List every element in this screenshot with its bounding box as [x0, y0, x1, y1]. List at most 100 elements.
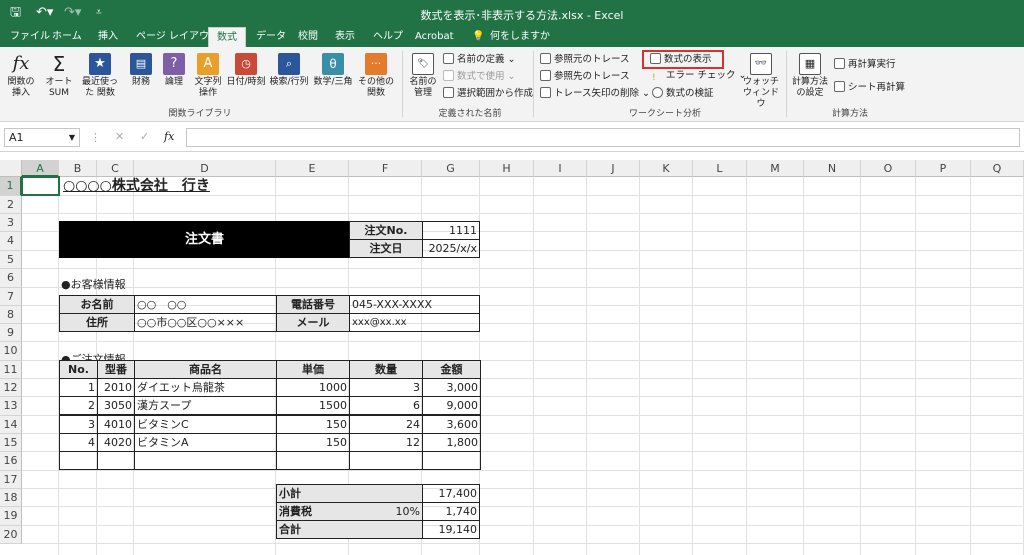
trace-dependents-button[interactable]: 参照先のトレース	[540, 70, 630, 83]
row-header[interactable]: 13	[0, 397, 22, 416]
define-name-button[interactable]: 名前の定義 ⌄	[443, 53, 516, 66]
table-cell: 1000	[276, 378, 350, 397]
column-header[interactable]: N	[804, 160, 861, 177]
column-header[interactable]: G	[422, 160, 480, 177]
column-header[interactable]: K	[640, 160, 693, 177]
row-header[interactable]: 16	[0, 452, 22, 471]
column-header[interactable]: L	[693, 160, 747, 177]
row-header[interactable]: 9	[0, 324, 22, 342]
chevron-down-icon[interactable]: ▼	[69, 129, 75, 146]
remove-arrows-icon	[540, 87, 551, 98]
column-header[interactable]: F	[349, 160, 422, 177]
column-header[interactable]: B	[59, 160, 97, 177]
more-functions-button[interactable]: ··· その他の 関数	[356, 53, 396, 99]
tab-formulas[interactable]: 数式	[208, 27, 246, 47]
column-header[interactable]: E	[276, 160, 349, 177]
empty-table-cell	[349, 451, 423, 470]
column-header[interactable]: M	[747, 160, 804, 177]
order-date-value: 2025/x/x	[422, 239, 480, 258]
search-book-icon: ⌕	[278, 53, 300, 75]
calculation-options-button[interactable]: ▦ 計算方法 の設定	[790, 53, 830, 99]
column-header[interactable]: H	[480, 160, 534, 177]
evaluate-formula-button[interactable]: 数式の検証	[652, 87, 714, 100]
tab-help[interactable]: ヘルプ	[373, 27, 403, 47]
tab-acrobat[interactable]: Acrobat	[415, 27, 454, 47]
row-header[interactable]: 1	[0, 177, 22, 196]
tab-insert[interactable]: 挿入	[98, 27, 118, 47]
table-cell: 3	[349, 378, 423, 397]
row-header[interactable]: 3	[0, 214, 22, 232]
recently-used-button[interactable]: ★ 最近使った 関数	[80, 53, 120, 99]
column-header[interactable]: A	[22, 160, 59, 177]
create-from-selection-label: 選択範囲から作成	[457, 88, 534, 99]
watch-window-button[interactable]: 👓 ウォッチ ウィンドウ	[742, 53, 780, 110]
column-header[interactable]: J	[587, 160, 640, 177]
defined-names-group-label: 定義された名前	[438, 109, 502, 119]
selected-cell[interactable]	[21, 176, 60, 196]
row-header[interactable]: 10	[0, 342, 22, 361]
formula-input[interactable]	[186, 128, 1020, 147]
column-gridline	[533, 177, 534, 555]
row-header[interactable]: 12	[0, 379, 22, 397]
lookup-button[interactable]: ⌕ 検索/行列	[268, 53, 310, 88]
tab-page-layout[interactable]: ページ レイアウト	[136, 27, 219, 47]
column-header[interactable]: C	[97, 160, 134, 177]
formula-bar: A1 ▼ ⋮ ✕ ✓ fx	[0, 122, 1024, 152]
use-in-formula-button[interactable]: 数式で使用 ⌄	[443, 70, 516, 83]
tab-review[interactable]: 校閲	[298, 27, 318, 47]
enter-icon[interactable]: ✓	[140, 130, 149, 143]
row-header[interactable]: 15	[0, 434, 22, 452]
order-no-value: 1111	[422, 221, 480, 240]
calculate-sheet-label: シート再計算	[848, 82, 906, 93]
name-manager-button[interactable]: 🏷 名前の管理	[406, 53, 440, 99]
row-header[interactable]: 6	[0, 269, 22, 288]
insert-function-button[interactable]: fx 関数の挿入	[4, 53, 38, 99]
column-header[interactable]: I	[534, 160, 587, 177]
row-header[interactable]: 5	[0, 251, 22, 269]
remove-arrows-button[interactable]: トレース矢印の削除 ⌄	[540, 87, 650, 100]
table-cell: 2	[59, 396, 98, 415]
tab-file[interactable]: ファイル	[10, 27, 50, 47]
name-box[interactable]: A1 ▼	[4, 128, 80, 147]
insert-function-icon[interactable]: fx	[164, 130, 174, 143]
error-checking-button[interactable]: ! エラー チェック ⌄	[652, 70, 747, 83]
table-cell: 4020	[97, 433, 135, 452]
column-header[interactable]: P	[916, 160, 971, 177]
column-header[interactable]: Q	[971, 160, 1024, 177]
table-cell: 1	[59, 378, 98, 397]
row-header[interactable]: 17	[0, 471, 22, 489]
text-button[interactable]: A 文字列 操作	[190, 53, 226, 99]
column-header[interactable]: D	[134, 160, 276, 177]
ribbon: fx 関数の挿入 Σ オート SUM ★ 最近使った 関数 ▤ 財務 ? 論理 …	[0, 47, 1024, 122]
row-header[interactable]: 7	[0, 288, 22, 306]
trace-precedents-button[interactable]: 参照元のトレース	[540, 53, 630, 66]
insert-function-label: 関数の挿入	[7, 77, 35, 98]
row-header[interactable]: 14	[0, 416, 22, 434]
logical-button[interactable]: ? 論理	[160, 53, 188, 88]
financial-button[interactable]: ▤ 財務	[124, 53, 158, 88]
row-header[interactable]: 2	[0, 196, 22, 214]
tab-home[interactable]: ホーム	[52, 27, 82, 47]
tab-data[interactable]: データ	[256, 27, 286, 47]
cancel-icon[interactable]: ✕	[115, 130, 124, 143]
column-header[interactable]: O	[861, 160, 916, 177]
row-header[interactable]: 19	[0, 507, 22, 526]
autosum-button[interactable]: Σ オート SUM	[42, 53, 76, 99]
calculate-now-button[interactable]: 再計算実行	[834, 58, 896, 71]
select-all-corner[interactable]	[0, 160, 22, 177]
row-header[interactable]: 8	[0, 306, 22, 324]
create-from-selection-button[interactable]: 選択範囲から作成	[443, 87, 533, 100]
row-header[interactable]: 4	[0, 232, 22, 251]
table-cell: 6	[349, 396, 423, 415]
math-trig-button[interactable]: θ 数学/三角	[312, 53, 354, 88]
clock-book-icon: ◷	[235, 53, 257, 75]
row-header[interactable]: 20	[0, 526, 22, 544]
calculate-sheet-button[interactable]: シート再計算	[834, 81, 905, 94]
row-header[interactable]: 11	[0, 361, 22, 379]
subtotal-label: 小計	[276, 484, 423, 503]
tab-view[interactable]: 表示	[335, 27, 355, 47]
row-header[interactable]: 18	[0, 489, 22, 507]
trace-dependents-icon	[540, 70, 551, 81]
tell-me-search[interactable]: 何をしますか	[490, 27, 550, 47]
date-time-button[interactable]: ◷ 日付/時刻	[226, 53, 266, 88]
